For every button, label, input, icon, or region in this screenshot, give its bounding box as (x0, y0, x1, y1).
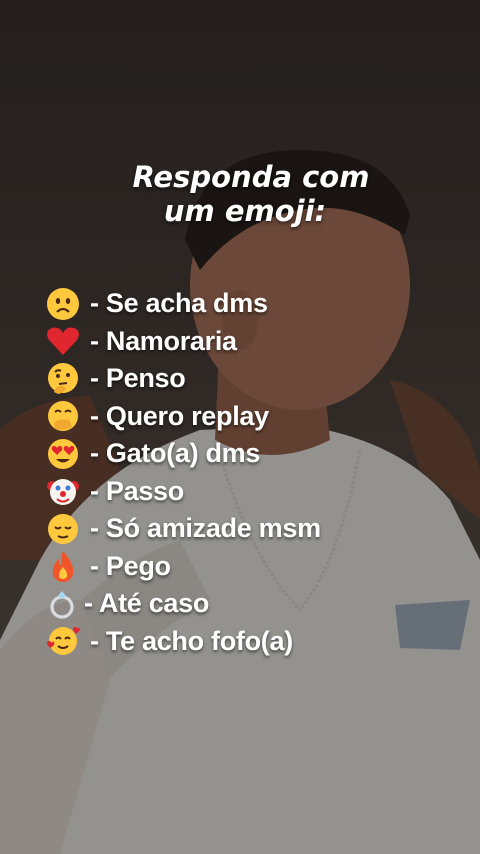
option-text: - Gato(a) dms (90, 438, 261, 469)
ring-icon (44, 585, 82, 623)
list-item: - Se acha dms (44, 285, 321, 323)
relieved-face-icon (44, 510, 82, 548)
clown-face-icon (44, 472, 82, 510)
list-item: - Namoraria (44, 323, 321, 361)
title-line-1: Responda com (132, 160, 370, 194)
option-text: - Te acho fofo(a) (90, 625, 293, 656)
option-text: - Namoraria (90, 325, 237, 356)
title-line-2: um emoji: (163, 194, 327, 228)
list-item: - Penso (44, 360, 321, 398)
list-item: - Quero replay (44, 398, 321, 436)
option-text: - Penso (90, 363, 186, 394)
emoji-options-list: - Se acha dms - Namoraria - Penso - Quer… (44, 285, 321, 660)
option-text: - Só amizade msm (90, 513, 321, 544)
list-item: - Passo (44, 473, 321, 511)
list-item: - Te acho fofo(a) (44, 623, 321, 661)
thinking-face-icon (44, 360, 82, 398)
option-text: - Passo (90, 475, 184, 506)
story-background: Responda com um emoji: - Se acha dms - N… (0, 0, 480, 854)
list-item: - Só amizade msm (44, 510, 321, 548)
heart-eyes-face-icon (44, 435, 82, 473)
page-title: Responda com um emoji: (0, 160, 480, 228)
option-text: - Quero replay (90, 400, 269, 431)
option-text: - Até caso (84, 588, 210, 619)
list-item: - Até caso (44, 585, 321, 623)
list-item: - Pego (44, 548, 321, 586)
smiling-face-with-hearts-icon (44, 622, 82, 660)
option-text: - Pego (90, 550, 171, 581)
red-heart-icon (44, 322, 82, 360)
option-text: - Se acha dms (90, 288, 268, 319)
face-with-hand-over-mouth-icon (44, 397, 82, 435)
worried-face-icon (44, 285, 82, 323)
list-item: - Gato(a) dms (44, 435, 321, 473)
fire-icon (44, 547, 82, 585)
